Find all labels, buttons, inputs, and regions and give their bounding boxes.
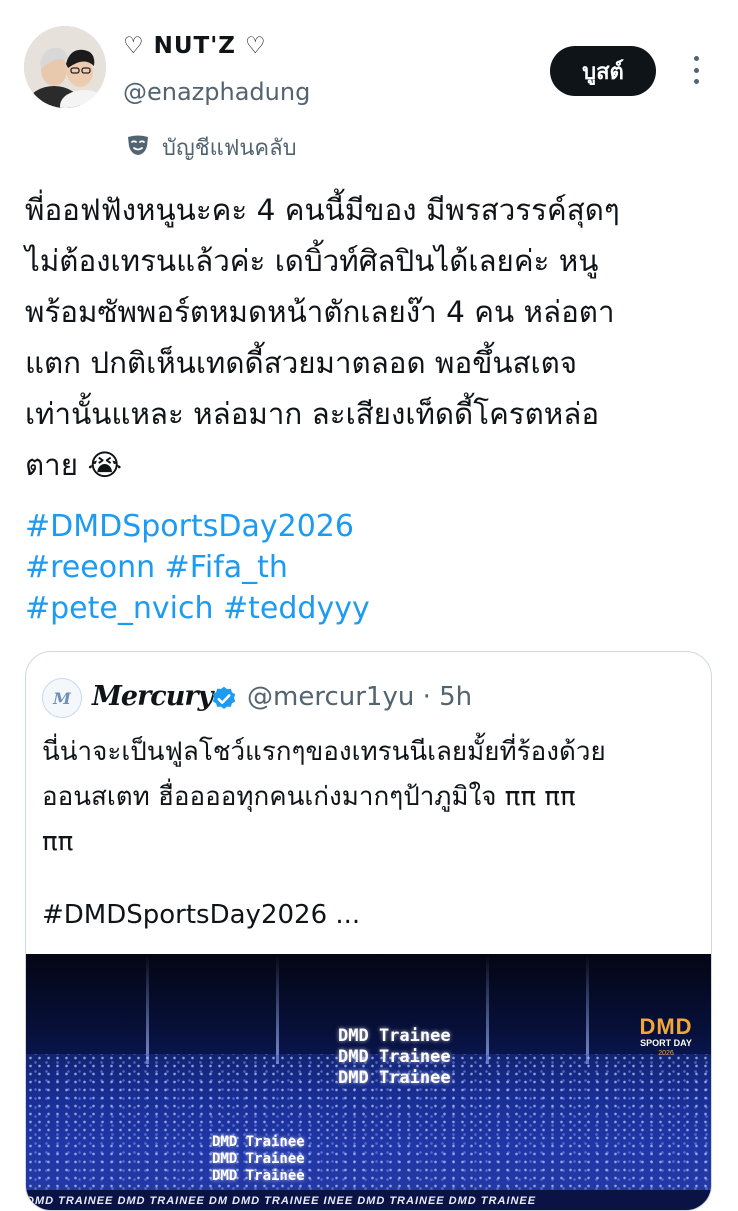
tweet-line: ตาย 😭 xyxy=(25,448,122,482)
event-logo: DMD SPORT DAY 2026 xyxy=(639,1014,693,1058)
avatar[interactable] xyxy=(24,26,106,108)
stage-ticker: DMD TRAINEE DMD TRAINEE DM DMD TRAINEE I… xyxy=(26,1190,711,1210)
mask-icon xyxy=(126,133,150,163)
tweet-body: พี่ออฟฟังหนูนะคะ 4 คนนี้มีของ มีพรสวรรค์… xyxy=(25,185,715,491)
quoted-timestamp[interactable]: 5h xyxy=(439,682,472,712)
fanclub-label-row: บัญชีแฟนคลับ xyxy=(126,130,297,165)
quoted-display-name[interactable]: Mercury xyxy=(92,681,213,712)
quoted-handle[interactable]: @mercur1yu xyxy=(247,682,414,712)
boost-button[interactable]: บูสต์ xyxy=(550,46,656,96)
quoted-meta: @mercur1yu · 5h xyxy=(247,682,472,712)
stage-light xyxy=(276,954,279,1064)
hashtag-link[interactable]: #DMDSportsDay2026 xyxy=(25,506,370,547)
stage-light xyxy=(586,954,589,1064)
tweet-line: เท่านั้นแหละ หล่อมาก ละเสียงเท็ดดี้โครตห… xyxy=(25,397,600,431)
quoted-body: นี่น่าจะเป็นฟูลโชว์แรกๆของเทรนนีเลยมั้ยท… xyxy=(42,730,606,865)
quoted-media-image[interactable]: DMD Trainee DMD Trainee DMD Trainee DMD … xyxy=(26,954,711,1210)
hashtag-link[interactable]: #reeonn #Fifa_th xyxy=(25,547,370,588)
quoted-line: นี่น่าจะเป็นฟูลโชว์แรกๆของเทรนนีเลยมั้ยท… xyxy=(42,737,606,767)
more-options-icon[interactable] xyxy=(684,52,708,88)
stage-screen-center: DMD Trainee DMD Trainee DMD Trainee xyxy=(338,1026,451,1088)
meta-separator: · xyxy=(422,682,431,712)
quoted-avatar[interactable]: M xyxy=(42,678,82,718)
tweet-line: พร้อมซัพพอร์ตหมดหน้าตักเลยง๊า 4 คน หล่อต… xyxy=(25,295,615,329)
stage-light xyxy=(146,954,149,1064)
tweet-line: ไม่ต้องเทรนแล้วค่ะ เดบิ้วท์ศิลปินได้เลยค… xyxy=(25,244,599,278)
hashtag-block: #DMDSportsDay2026 #reeonn #Fifa_th #pete… xyxy=(25,506,370,629)
stage-screen-left: DMD Trainee DMD Trainee DMD Trainee xyxy=(212,1134,305,1184)
quoted-tweet-card[interactable]: M Mercury @mercur1yu · 5h นี่น่าจะเป็นฟู… xyxy=(25,651,712,1211)
user-handle[interactable]: @enazphadung xyxy=(123,78,310,106)
quoted-line: ππ xyxy=(42,827,74,857)
verified-badge-icon xyxy=(212,686,236,709)
tweet-line: แตก ปกติเห็นเทดดี้สวยมาตลอด พอขึ้นสเตจ xyxy=(25,346,578,380)
quoted-hashtag: #DMDSportsDay2026 ... xyxy=(42,900,361,930)
hashtag-link[interactable]: #pete_nvich #teddyyy xyxy=(25,588,370,629)
quoted-line: ออนสเตท ฮื่ออออทุกคนเก่งมากๆป้าภูมิใจ ππ… xyxy=(42,782,576,812)
display-name[interactable]: ♡ NUT'Z ♡ xyxy=(123,33,267,59)
stage-light xyxy=(486,954,489,1064)
tweet-line: พี่ออฟฟังหนูนะคะ 4 คนนี้มีของ มีพรสวรรค์… xyxy=(25,193,620,227)
fanclub-label: บัญชีแฟนคลับ xyxy=(162,136,297,161)
